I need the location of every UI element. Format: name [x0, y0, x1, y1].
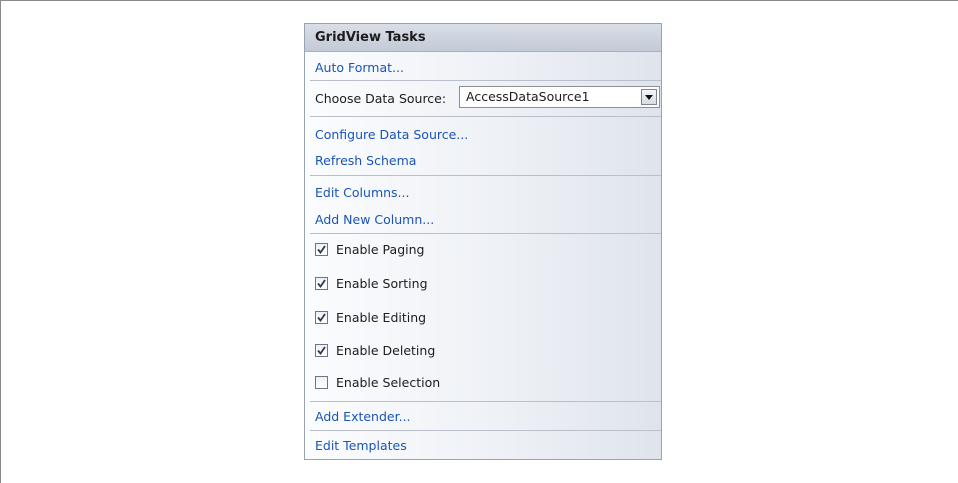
- gridview-tasks-panel: GridView Tasks Auto Format... Choose Dat…: [304, 23, 662, 460]
- checkbox[interactable]: [315, 344, 328, 357]
- checkmark-icon: [317, 245, 326, 254]
- auto-format-link[interactable]: Auto Format...: [315, 60, 404, 75]
- checkmark-icon: [317, 279, 326, 288]
- checkbox[interactable]: [315, 243, 328, 256]
- edit-columns-link[interactable]: Edit Columns...: [315, 185, 409, 200]
- separator: [310, 116, 661, 117]
- add-extender-link[interactable]: Add Extender...: [315, 409, 411, 424]
- checkbox[interactable]: [315, 277, 328, 290]
- configure-data-source-link[interactable]: Configure Data Source...: [315, 127, 468, 142]
- add-new-column-link[interactable]: Add New Column...: [315, 212, 434, 227]
- option-label: Enable Deleting: [336, 343, 436, 358]
- frame-top-border: [0, 0, 958, 1]
- separator: [310, 80, 661, 81]
- frame-left-border: [0, 0, 1, 483]
- checkbox[interactable]: [315, 311, 328, 324]
- separator: [310, 233, 661, 234]
- checkmark-icon: [317, 313, 326, 322]
- panel-header: GridView Tasks: [305, 24, 661, 52]
- choose-data-source-label: Choose Data Source:: [315, 91, 447, 106]
- panel-title: GridView Tasks: [315, 30, 426, 45]
- refresh-schema-link[interactable]: Refresh Schema: [315, 153, 416, 168]
- edit-templates-link[interactable]: Edit Templates: [315, 438, 407, 453]
- separator: [310, 401, 661, 402]
- data-source-value: AccessDataSource1: [466, 89, 590, 104]
- dropdown-button[interactable]: [641, 89, 657, 105]
- data-source-select[interactable]: AccessDataSource1: [459, 86, 660, 108]
- option-label: Enable Editing: [336, 310, 427, 325]
- option-label: Enable Paging: [336, 242, 425, 257]
- option-label: Enable Selection: [336, 375, 441, 390]
- checkbox[interactable]: [315, 376, 328, 389]
- option-label: Enable Sorting: [336, 276, 428, 291]
- separator: [310, 175, 661, 176]
- chevron-down-icon: [645, 95, 653, 100]
- separator: [310, 430, 661, 431]
- checkmark-icon: [317, 346, 326, 355]
